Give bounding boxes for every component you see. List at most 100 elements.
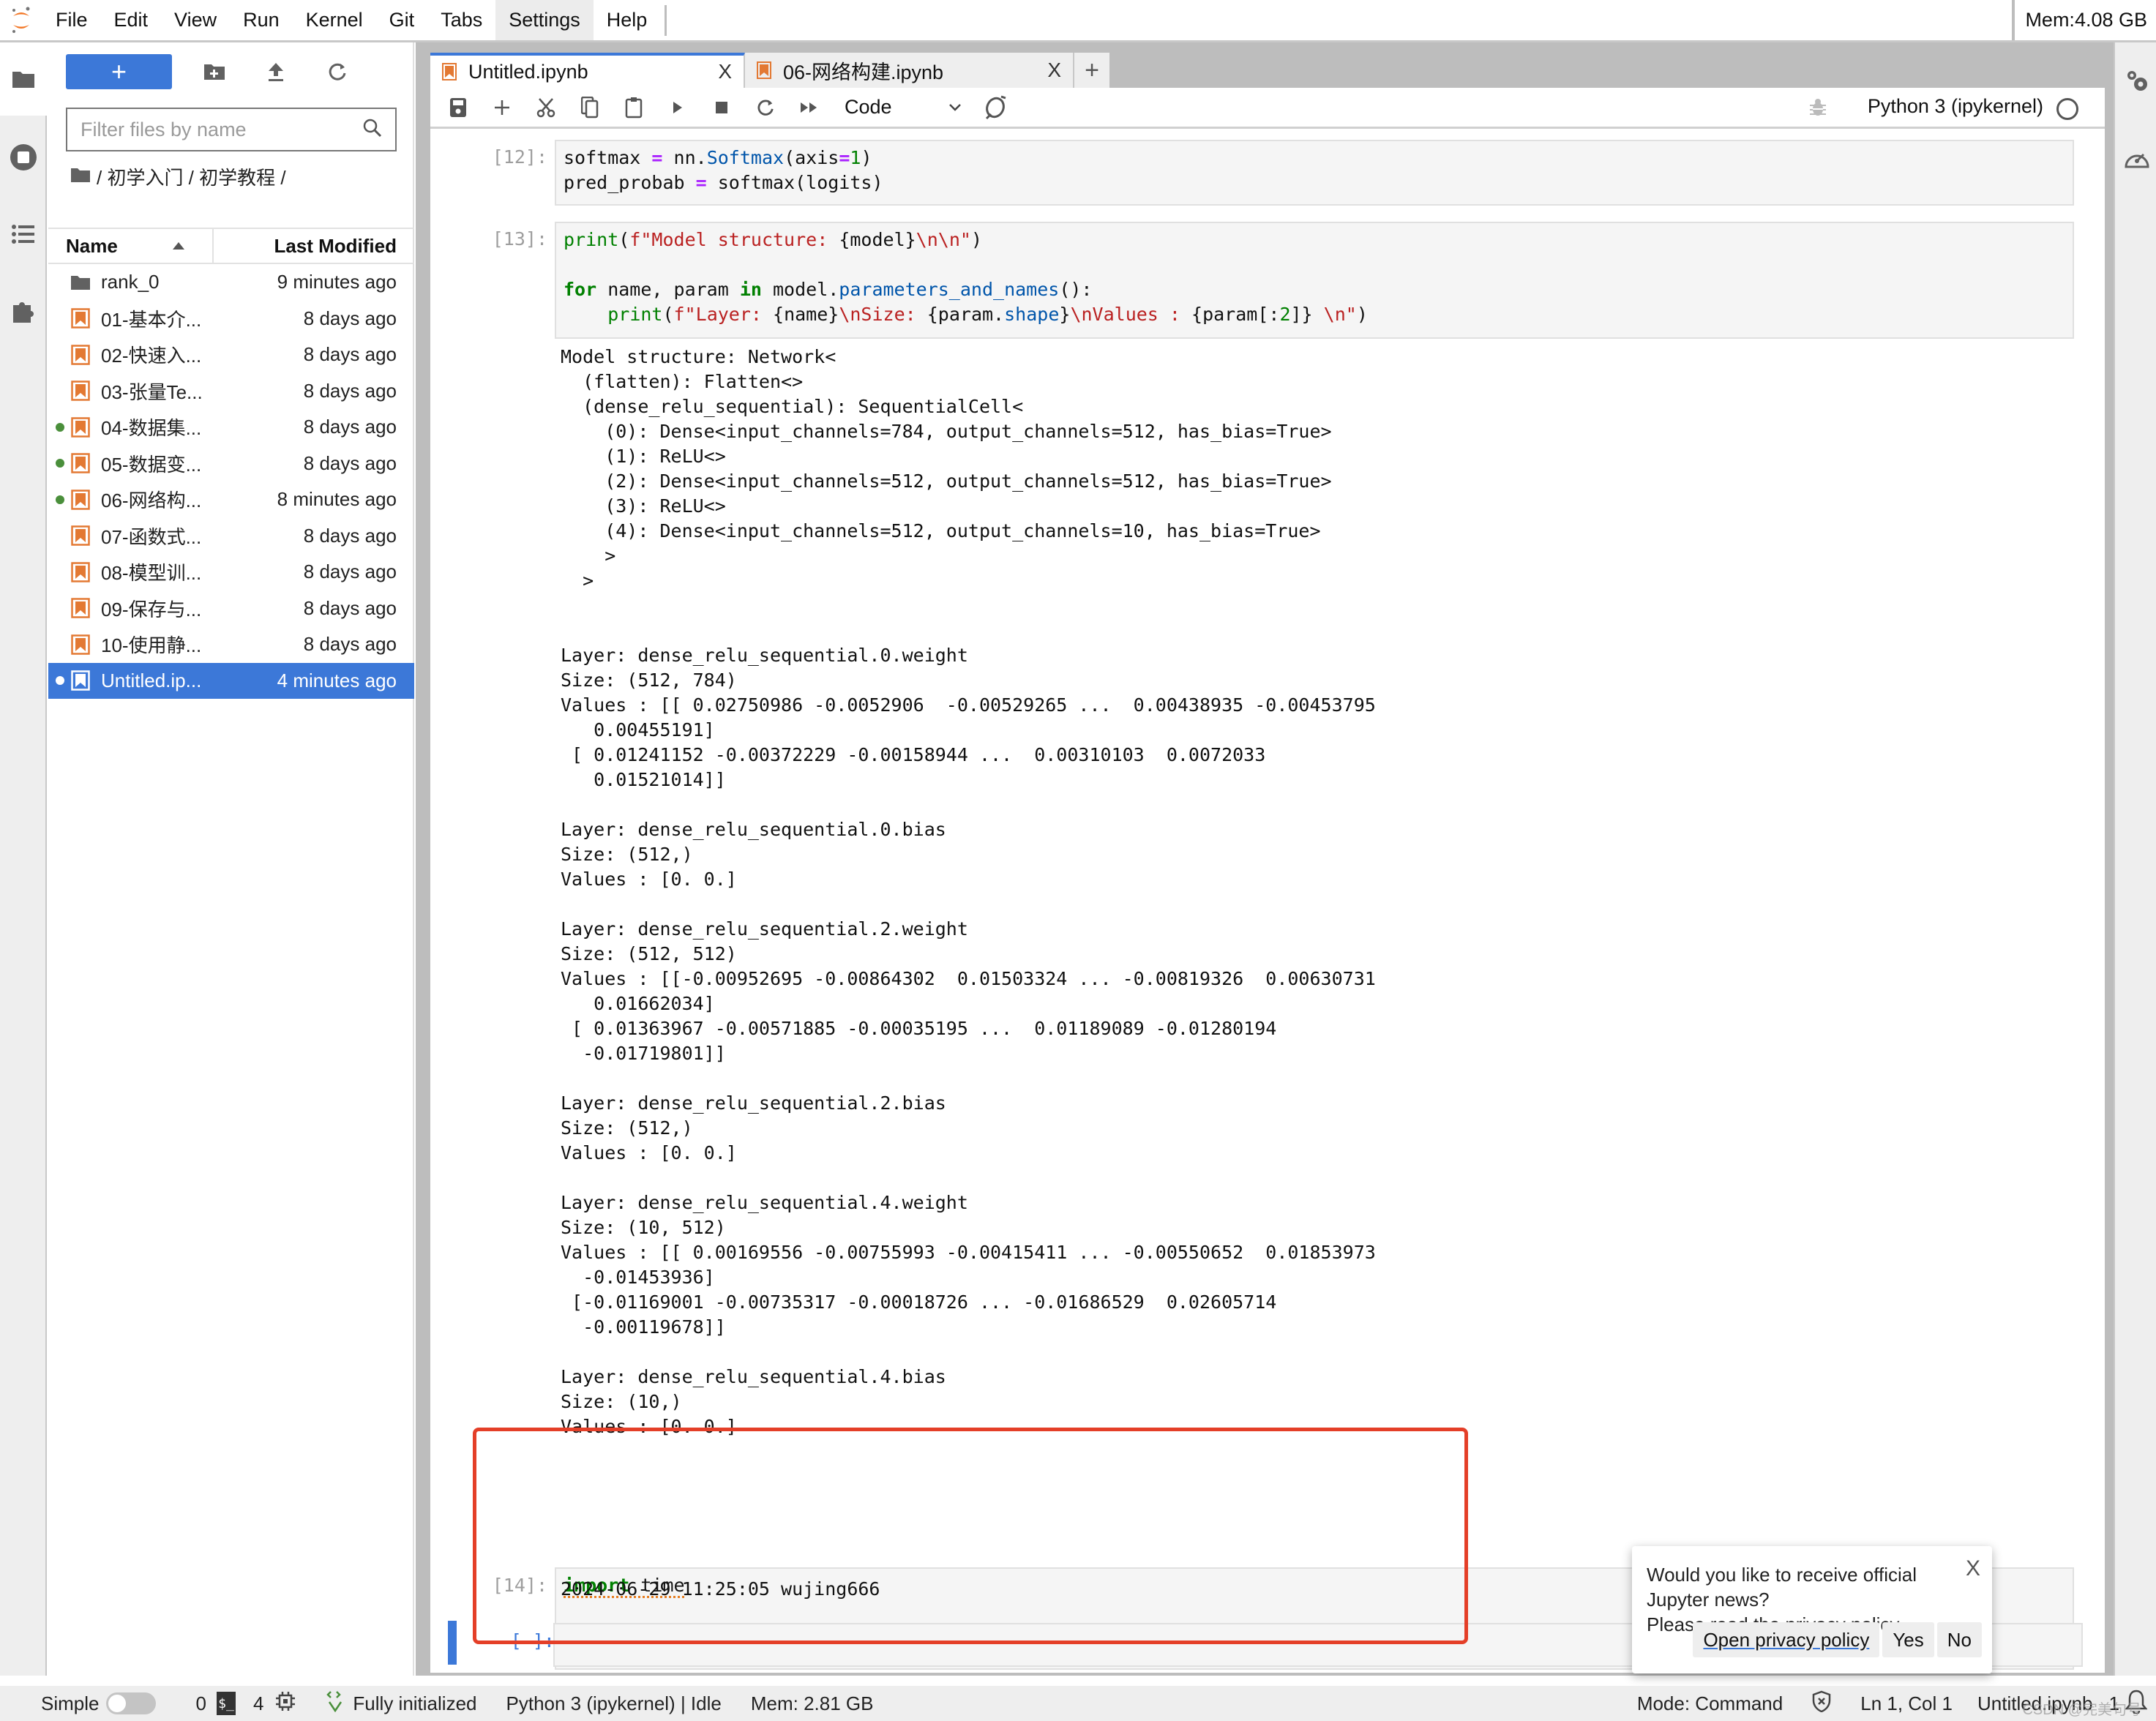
file-list-item[interactable]: 04-数据集... 8 days ago — [48, 409, 414, 446]
simple-mode-toggle[interactable] — [106, 1692, 157, 1714]
file-list-item[interactable]: 10-使用静... 8 days ago — [48, 626, 414, 663]
file-list-item[interactable]: rank_0 9 minutes ago — [48, 264, 414, 301]
file-list-header: Name Last Modified — [48, 228, 414, 264]
memory-usage: Mem: 2.81 GB — [750, 1692, 874, 1714]
lsp-status-icon — [325, 1690, 345, 1717]
yes-button[interactable]: Yes — [1882, 1622, 1934, 1657]
file-list-item[interactable]: 06-网络构... 8 minutes ago — [48, 481, 414, 518]
file-list-item[interactable]: 02-快速入... 8 days ago — [48, 337, 414, 373]
kernel-idle-indicator-icon — [2056, 98, 2078, 120]
menu-bar: File Edit View Run Kernel Git Tabs Setti… — [0, 0, 2156, 42]
column-name-label: Name — [66, 234, 118, 257]
run-cell-icon[interactable] — [666, 96, 689, 119]
kernel-name-button[interactable]: Python 3 (ipykernel) — [1868, 95, 2043, 118]
close-tab-icon[interactable]: X — [718, 60, 732, 83]
notebook-icon — [70, 308, 91, 329]
restart-kernel-icon[interactable] — [754, 96, 777, 119]
file-browser-panel: + / 初学入门 / 初学教程 / Name Last Modified ran… — [48, 42, 414, 1676]
file-list-item[interactable]: 05-数据变... 8 days ago — [48, 446, 414, 482]
file-modified: 8 days ago — [303, 633, 397, 656]
menu-tabs[interactable]: Tabs — [427, 0, 495, 40]
paste-icon[interactable] — [622, 96, 645, 119]
new-tab-button[interactable]: + — [1074, 53, 1109, 88]
file-list: rank_0 9 minutes ago 01-基本介... 8 days ago 02… — [48, 264, 414, 699]
kernels-count[interactable]: 4 — [253, 1692, 263, 1715]
upload-icon[interactable] — [263, 59, 289, 85]
running-indicator-icon — [56, 495, 64, 504]
file-list-item[interactable]: 01-基本介... 8 days ago — [48, 301, 414, 337]
file-list-item[interactable]: 03-张量Te... 8 days ago — [48, 373, 414, 410]
new-launcher-button[interactable]: + — [66, 54, 172, 89]
file-name: 01-基本介... — [101, 308, 202, 331]
file-filter-input[interactable] — [81, 118, 363, 141]
copy-icon[interactable] — [578, 96, 602, 119]
file-list-item[interactable]: Untitled.ip... 4 minutes ago — [48, 662, 414, 699]
tab-network-build[interactable]: 06-网络构建.ipynb X — [745, 53, 1074, 88]
breadcrumb: / 初学入门 / 初学教程 / — [70, 163, 286, 190]
cursor-position[interactable]: Ln 1, Col 1 — [1860, 1692, 1953, 1715]
notebook-icon — [70, 562, 91, 582]
kernel-status[interactable]: Python 3 (ipykernel) | Idle — [506, 1692, 722, 1715]
menu-edit[interactable]: Edit — [101, 0, 162, 40]
open-privacy-policy-button[interactable]: Open privacy policy — [1693, 1622, 1880, 1657]
right-activity-bar — [2114, 42, 2156, 1676]
menu-file[interactable]: File — [42, 0, 101, 40]
notification-actions: Open privacy policy Yes No — [1693, 1622, 1982, 1657]
menu-kernel[interactable]: Kernel — [293, 0, 376, 40]
notebook-icon — [70, 598, 91, 618]
search-icon — [363, 119, 382, 141]
notebook-icon — [442, 63, 457, 80]
file-modified: 8 days ago — [303, 343, 397, 366]
lsp-status[interactable]: Fully initialized — [353, 1692, 476, 1715]
property-inspector-gears-icon[interactable] — [2122, 66, 2152, 95]
notebook-icon — [70, 670, 91, 691]
file-list-item[interactable]: 09-保存与... 8 days ago — [48, 590, 414, 627]
file-modified: 8 days ago — [303, 416, 397, 438]
table-of-contents-icon[interactable] — [9, 220, 38, 249]
debugger-bug-icon[interactable] — [1809, 98, 1827, 121]
file-modified: 8 minutes ago — [277, 488, 397, 511]
menu-help[interactable]: Help — [594, 0, 661, 40]
refresh-icon[interactable] — [324, 59, 351, 85]
running-indicator-icon — [56, 676, 64, 686]
tab-untitled[interactable]: Untitled.ipynb X — [430, 53, 745, 88]
cell-input-editor[interactable]: print(f"Model structure: {model}\n\n") f… — [555, 222, 2074, 339]
restart-run-all-icon[interactable] — [798, 96, 821, 119]
trust-shield-icon[interactable] — [1812, 1690, 1831, 1717]
new-folder-icon[interactable] — [201, 59, 228, 85]
close-notification-icon[interactable]: X — [1966, 1556, 1980, 1581]
jupyter-logo-icon — [0, 0, 42, 42]
folder-icon[interactable] — [9, 64, 38, 94]
execution-count: [12]: — [492, 146, 547, 168]
menu-git[interactable]: Git — [376, 0, 428, 40]
running-sessions-icon[interactable] — [9, 143, 38, 172]
simple-mode-label: Simple — [41, 1692, 100, 1714]
insert-cell-icon[interactable] — [490, 96, 514, 119]
interrupt-kernel-icon[interactable] — [710, 96, 733, 119]
file-name: rank_0 — [101, 271, 160, 293]
close-tab-icon[interactable]: X — [1047, 59, 1061, 82]
cell-input-editor[interactable]: softmax = nn.Softmax(axis=1) pred_probab… — [555, 140, 2074, 206]
file-modified: 8 days ago — [303, 307, 397, 329]
breadcrumb-path[interactable]: / 初学入门 / 初学教程 / — [97, 163, 286, 190]
cut-icon[interactable] — [534, 96, 558, 119]
file-list-item[interactable]: 08-模型训... 8 days ago — [48, 554, 414, 590]
menu-settings[interactable]: Settings — [495, 0, 594, 40]
no-button[interactable]: No — [1936, 1622, 1982, 1657]
extensions-puzzle-icon[interactable] — [9, 296, 38, 326]
notebook-icon — [70, 525, 91, 546]
file-list-item[interactable]: 07-函数式... 8 days ago — [48, 518, 414, 555]
resource-usage-gauge-icon[interactable] — [2122, 143, 2152, 173]
terminal-icon: $_ — [216, 1692, 236, 1715]
file-modified: 4 minutes ago — [277, 669, 397, 691]
column-header-modified[interactable]: Last Modified — [214, 235, 414, 258]
column-header-name[interactable]: Name — [48, 229, 214, 263]
git-diff-icon[interactable] — [984, 95, 1007, 119]
terminals-count[interactable]: 0 — [195, 1692, 206, 1715]
save-icon[interactable] — [446, 96, 470, 119]
menu-view[interactable]: View — [161, 0, 230, 40]
folder-home-icon[interactable] — [70, 165, 91, 188]
menu-run[interactable]: Run — [230, 0, 293, 40]
news-notification-toast: Would you like to receive official Jupyt… — [1632, 1546, 1992, 1673]
cell-type-dropdown[interactable]: Code — [845, 96, 962, 119]
